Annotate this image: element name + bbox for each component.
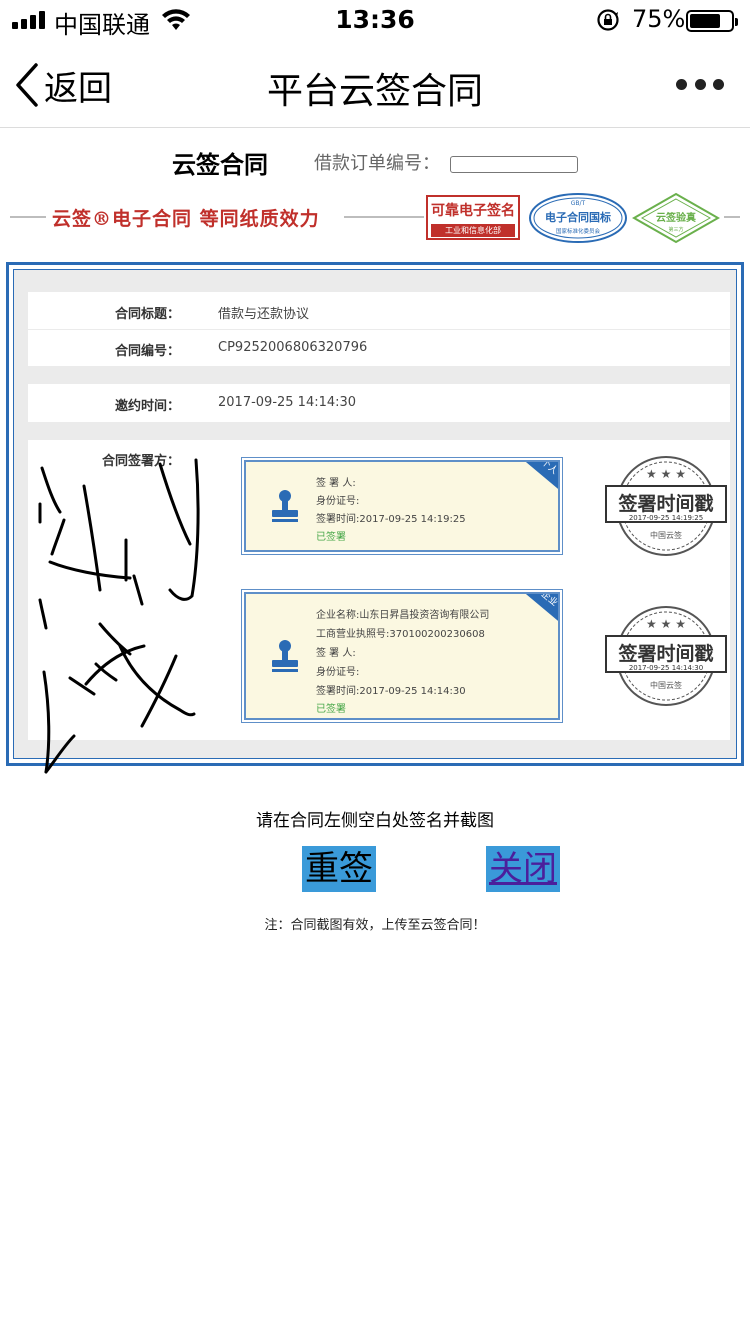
stamp-icon bbox=[272, 640, 298, 672]
close-button[interactable]: 关闭 bbox=[486, 846, 560, 892]
page-title: 平台云签合同 bbox=[266, 71, 483, 112]
stamp-icon bbox=[272, 490, 298, 522]
rotation-lock-icon bbox=[597, 9, 619, 31]
banner-slogan: 云签®电子合同 等同纸质效力 bbox=[52, 208, 320, 230]
svg-text:中国云签: 中国云签 bbox=[650, 530, 682, 540]
invite-time-label: 邀约时间： bbox=[114, 399, 180, 414]
reliable-signature-badge: 可靠电子签名 工业和信息化部 bbox=[426, 195, 520, 240]
more-dot-icon bbox=[713, 78, 724, 90]
svg-text:云签验真: 云签验真 bbox=[656, 211, 696, 224]
signed-status: 已签署 bbox=[316, 704, 346, 715]
timestamp-seal-icon: ★ ★ ★ 签署时间戳 2017-09-25 14:19:25 中国云签 bbox=[605, 456, 727, 556]
svg-text:★ ★ ★: ★ ★ ★ bbox=[646, 467, 686, 481]
svg-text:2017-09-25 14:19:25: 2017-09-25 14:19:25 bbox=[629, 514, 703, 522]
banner-divider bbox=[344, 216, 424, 218]
invite-time-box: 邀约时间： 2017-09-25 14:14:30 bbox=[28, 384, 730, 422]
svg-text:签署时间戳: 签署时间戳 bbox=[617, 492, 713, 515]
cloud-verify-badge: 云签验真 第三方 bbox=[632, 192, 720, 244]
contract-number-value: CP9252006806320796 bbox=[218, 340, 368, 355]
resign-button[interactable]: 重签 bbox=[302, 846, 376, 892]
more-options-button[interactable] bbox=[676, 76, 724, 92]
svg-text:国家标准化委员会: 国家标准化委员会 bbox=[556, 227, 601, 235]
battery-icon bbox=[686, 10, 738, 32]
battery-percent: 75% bbox=[632, 5, 686, 33]
contract-name: 云签合同 bbox=[172, 151, 268, 179]
nav-bar: 返回 平台云签合同 bbox=[0, 40, 750, 128]
more-dot-icon bbox=[676, 78, 687, 90]
handwritten-signature[interactable] bbox=[30, 450, 220, 780]
svg-text:★ ★ ★: ★ ★ ★ bbox=[646, 617, 686, 631]
svg-text:第三方: 第三方 bbox=[668, 226, 683, 233]
svg-text:签署时间戳: 签署时间戳 bbox=[617, 642, 713, 665]
upload-note: 注：合同截图有效，上传至云签合同！ bbox=[264, 918, 486, 933]
signer-type-badge: 企业 bbox=[515, 594, 558, 630]
signer-type-badge: 个人 bbox=[515, 462, 558, 498]
signer-card-enterprise: 企业 企业名称:山东日昇昌投资咨询有限公司 工商营业执照号:3701002002… bbox=[244, 592, 560, 720]
invite-time-value: 2017-09-25 14:14:30 bbox=[218, 395, 357, 410]
status-bar: 中国联通 13:36 75% bbox=[0, 0, 750, 40]
contract-title-label: 合同标题： bbox=[114, 307, 180, 322]
banner-divider bbox=[10, 216, 46, 218]
banner-divider bbox=[724, 216, 740, 218]
contract-title-value: 借款与还款协议 bbox=[218, 307, 310, 322]
svg-text:中国云签: 中国云签 bbox=[650, 680, 682, 690]
svg-text:电子合同国标: 电子合同国标 bbox=[545, 210, 611, 224]
order-number-label: 借款订单编号： bbox=[314, 153, 440, 174]
more-dot-icon bbox=[694, 78, 706, 90]
signed-status: 已签署 bbox=[316, 532, 346, 543]
timestamp-seal-icon: ★ ★ ★ 签署时间戳 2017-09-25 14:14:30 中国云签 bbox=[605, 606, 727, 706]
national-standard-badge: GB/T 电子合同国标 国家标准化委员会 bbox=[529, 193, 627, 243]
contract-info-box: 合同标题： 借款与还款协议 合同编号： CP9252006806320796 bbox=[28, 292, 730, 366]
order-number-field[interactable] bbox=[450, 156, 578, 173]
svg-text:GB/T: GB/T bbox=[571, 200, 586, 207]
signer-card-personal: 个人 签 署 人: 身份证号: 签署时间:2017-09-25 14:19:25… bbox=[244, 460, 560, 552]
signing-instruction: 请在合同左侧空白处签名并截图 bbox=[256, 811, 494, 831]
contract-number-label: 合同编号： bbox=[114, 344, 180, 359]
svg-text:2017-09-25 14:14:30: 2017-09-25 14:14:30 bbox=[629, 664, 703, 672]
